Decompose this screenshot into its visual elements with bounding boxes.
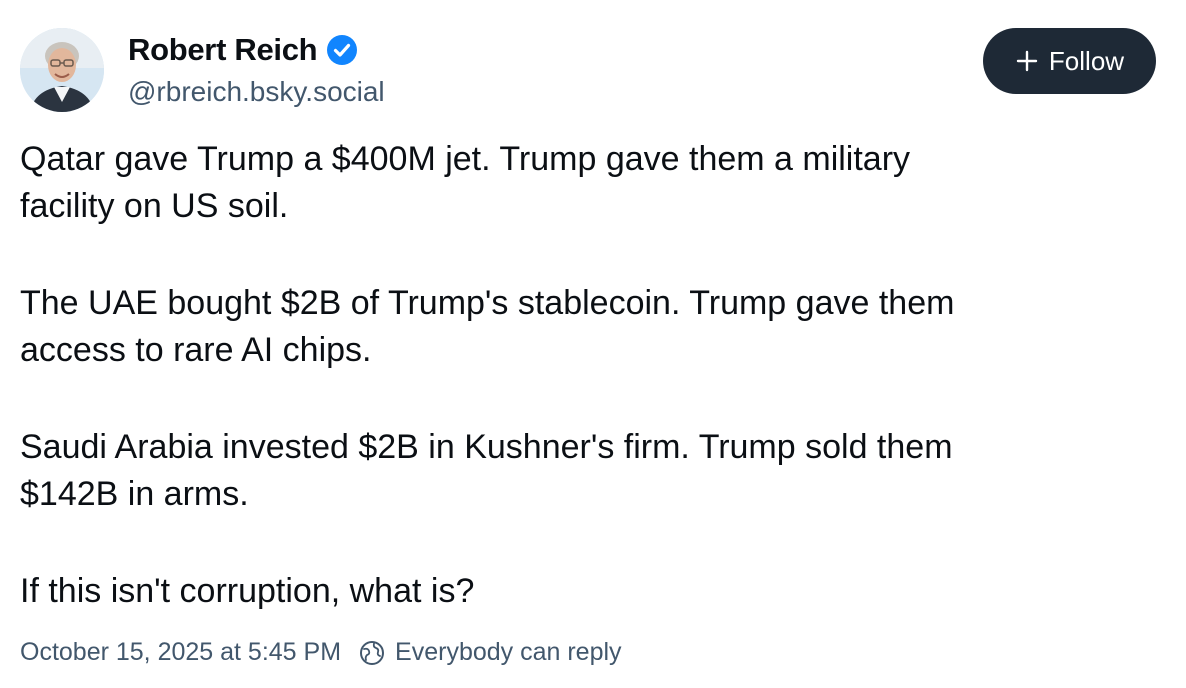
author-handle[interactable]: @rbreich.bsky.social: [128, 76, 385, 108]
post-meta: October 15, 2025 at 5:45 PM Everybody ca…: [20, 638, 622, 667]
follow-button-label: Follow: [1048, 45, 1125, 76]
post-paragraph: Qatar gave Trump a $400M jet. Trump gave…: [20, 140, 911, 225]
follow-button[interactable]: Follow: [983, 28, 1156, 94]
avatar[interactable]: [20, 28, 104, 112]
post-text: Qatar gave Trump a $400M jet. Trump gave…: [20, 136, 1150, 615]
post-timestamp[interactable]: October 15, 2025 at 5:45 PM: [20, 638, 341, 667]
avatar-image: [20, 28, 104, 112]
reply-setting[interactable]: Everybody can reply: [395, 638, 622, 667]
author-display-name[interactable]: Robert Reich: [128, 32, 318, 68]
plus-icon: [1015, 49, 1039, 73]
globe-icon: [359, 640, 385, 666]
post-paragraph: Saudi Arabia invested $2B in Kushner's f…: [20, 428, 953, 513]
verified-badge-icon[interactable]: [326, 34, 358, 66]
name-row: Robert Reich: [128, 28, 385, 72]
post-card: Robert Reich @rbreich.bsky.social Follow…: [0, 0, 1186, 688]
author-block: Robert Reich @rbreich.bsky.social: [128, 28, 385, 108]
post-paragraph: If this isn't corruption, what is?: [20, 572, 475, 610]
post-paragraph: The UAE bought $2B of Trump's stablecoin…: [20, 284, 955, 369]
